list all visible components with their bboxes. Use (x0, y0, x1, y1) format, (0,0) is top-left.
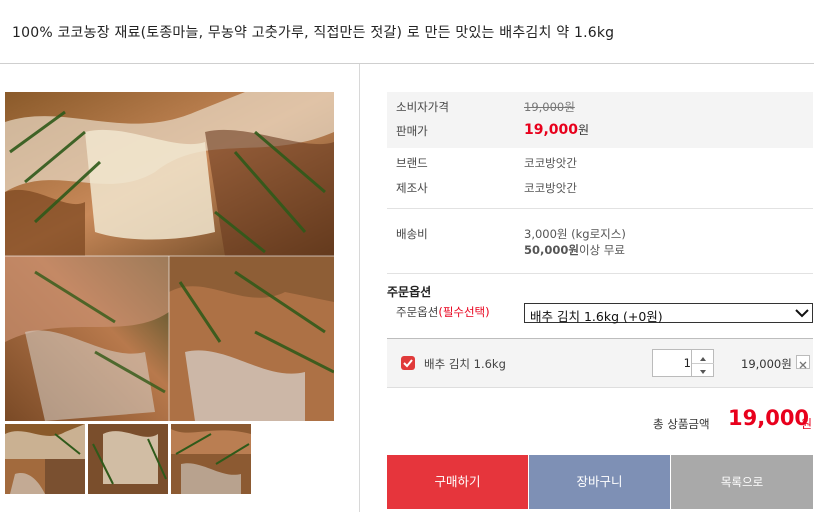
kimchi-thumbnail-image (88, 424, 168, 494)
option-select-value: 배추 김치 1.6kg (+0원) (530, 309, 663, 324)
maker-value: 코코방앗간 (524, 181, 577, 195)
kimchi-photo (5, 92, 334, 421)
maker-label: 제조사 (396, 181, 428, 195)
selected-item-name: 배추 김치 1.6kg (424, 357, 506, 371)
thumbnail-2[interactable] (88, 424, 168, 494)
quantity-value[interactable]: 1 (653, 356, 691, 370)
sale-price-unit: 원 (578, 123, 590, 137)
option-select[interactable]: 배추 김치 1.6kg (+0원) (524, 303, 813, 324)
cart-button[interactable]: 장바구니 (529, 455, 670, 509)
sale-price-label: 판매가 (396, 124, 428, 138)
free-suffix: 이상 무료 (578, 243, 625, 257)
free-threshold: 50,000원 (524, 243, 579, 257)
item-checkbox[interactable] (401, 356, 415, 370)
product-main-image[interactable] (5, 92, 334, 421)
thumbnail-3[interactable] (171, 424, 251, 494)
stepper-buttons (691, 350, 714, 376)
kimchi-thumbnail-image (171, 424, 251, 494)
total-amount: 19,000 (728, 406, 810, 430)
quantity-stepper[interactable]: 1 (652, 349, 714, 377)
selected-item-row: 배추 김치 1.6kg 1 19,000원 (387, 338, 813, 388)
order-option-label: 주문옵션(필수선택) (396, 304, 490, 320)
sale-price: 19,000원 (524, 121, 589, 138)
close-icon (799, 361, 807, 369)
brand-value: 코코방앗간 (524, 156, 577, 170)
consumer-price-label: 소비자가격 (396, 100, 449, 114)
order-option-label-text: 주문옵션 (396, 305, 439, 319)
shipping-label: 배송비 (396, 227, 428, 241)
shipping-fee: 3,000원 (kg로지스) (524, 227, 626, 241)
remove-item-button[interactable] (796, 355, 810, 369)
brand-label: 브랜드 (396, 156, 428, 170)
kimchi-thumbnail-image (5, 424, 85, 494)
check-icon (403, 359, 413, 368)
selected-item-price: 19,000원 (741, 357, 792, 371)
buy-button[interactable]: 구매하기 (387, 455, 528, 509)
panel-divider (359, 64, 360, 512)
list-button[interactable]: 목록으로 (671, 455, 813, 509)
required-badge: (필수선택) (438, 305, 490, 319)
quantity-down-button[interactable] (692, 363, 714, 376)
total-unit: 원 (801, 417, 813, 431)
quantity-up-button[interactable] (692, 350, 714, 364)
divider (387, 208, 813, 209)
consumer-price: 19,000원 (524, 100, 575, 114)
divider (387, 273, 813, 274)
total-label: 총 상품금액 (653, 417, 710, 431)
sale-price-number: 19,000 (524, 122, 579, 138)
order-option-heading: 주문옵션 (387, 285, 432, 299)
chevron-down-icon (795, 309, 809, 318)
product-title-bar: 100% 코코농장 재료(토종마늘, 무농약 고춧가루, 직접만든 젓갈) 로 … (0, 0, 814, 64)
free-shipping-note: 50,000원이상 무료 (524, 242, 625, 258)
triangle-down-icon (700, 370, 706, 374)
product-title: 100% 코코농장 재료(토종마늘, 무농약 고춧가루, 직접만든 젓갈) 로 … (12, 25, 615, 41)
thumbnail-1[interactable] (5, 424, 85, 494)
price-box (387, 92, 813, 148)
